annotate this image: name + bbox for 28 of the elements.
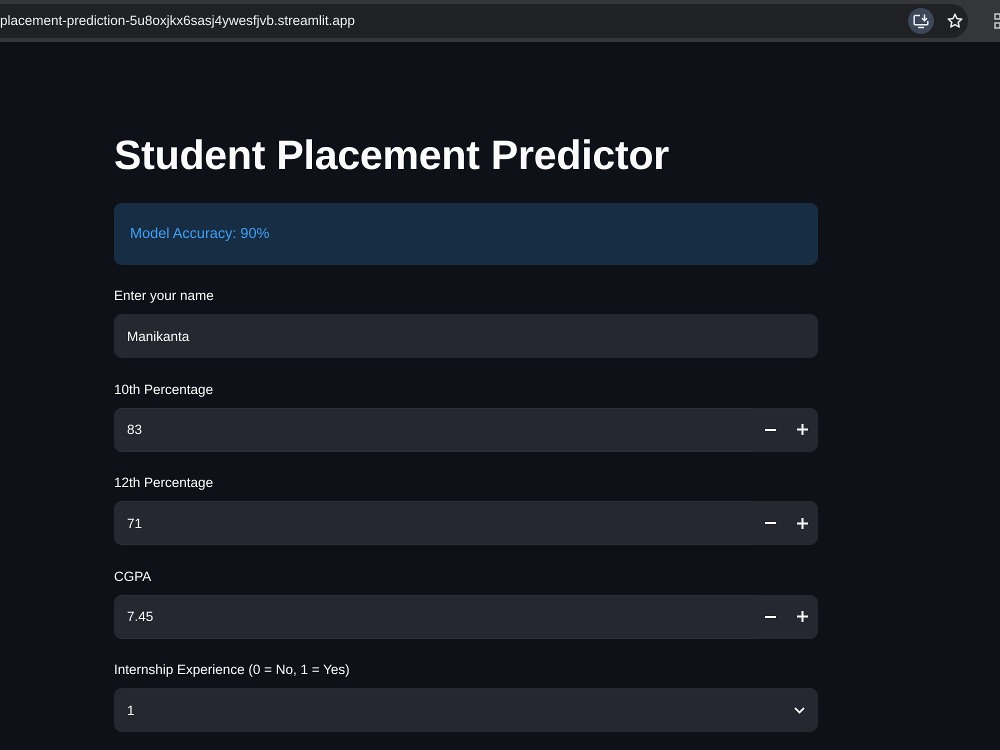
field-label: CGPA: [114, 568, 152, 586]
minus-icon: [764, 522, 776, 524]
field-label: Enter your name: [114, 287, 215, 305]
name-input[interactable]: Manikanta: [114, 314, 818, 358]
toolbar-icon[interactable]: [994, 13, 1000, 29]
number-input[interactable]: 7.45: [114, 594, 754, 638]
monitor-download-icon: [913, 14, 929, 28]
select-field[interactable]: 1: [114, 688, 818, 732]
field-label: 10th Percentage: [114, 380, 214, 399]
increment-button[interactable]: [786, 594, 818, 638]
plus-icon: [796, 424, 808, 435]
minus-icon: [764, 428, 776, 430]
increment-button[interactable]: [786, 501, 818, 545]
chevron-down-icon: [794, 706, 805, 714]
number-input[interactable]: 71: [114, 501, 754, 545]
info-message: Model Accuracy: 90%: [114, 203, 818, 265]
url-text: placement-prediction-5u8oxjkx6sasj4ywesfjvb.streamlit.app: [0, 12, 356, 30]
field-label: Internship Experience (0 = No, 1 = Yes): [114, 661, 351, 679]
plus-icon: [796, 518, 808, 528]
field-label: 12th Percentage: [114, 474, 214, 492]
address-bar[interactable]: placement-prediction-5u8oxjkx6sasj4ywesfjvb.streamlit.app: [0, 4, 968, 38]
number-input[interactable]: 83: [114, 408, 754, 452]
install-button[interactable]: [908, 8, 934, 34]
star-icon: [947, 13, 963, 29]
increment-button[interactable]: [786, 408, 818, 452]
page-title: Student Placement Predictor: [114, 131, 670, 180]
plus-icon: [796, 611, 808, 622]
minus-icon: [764, 616, 776, 618]
